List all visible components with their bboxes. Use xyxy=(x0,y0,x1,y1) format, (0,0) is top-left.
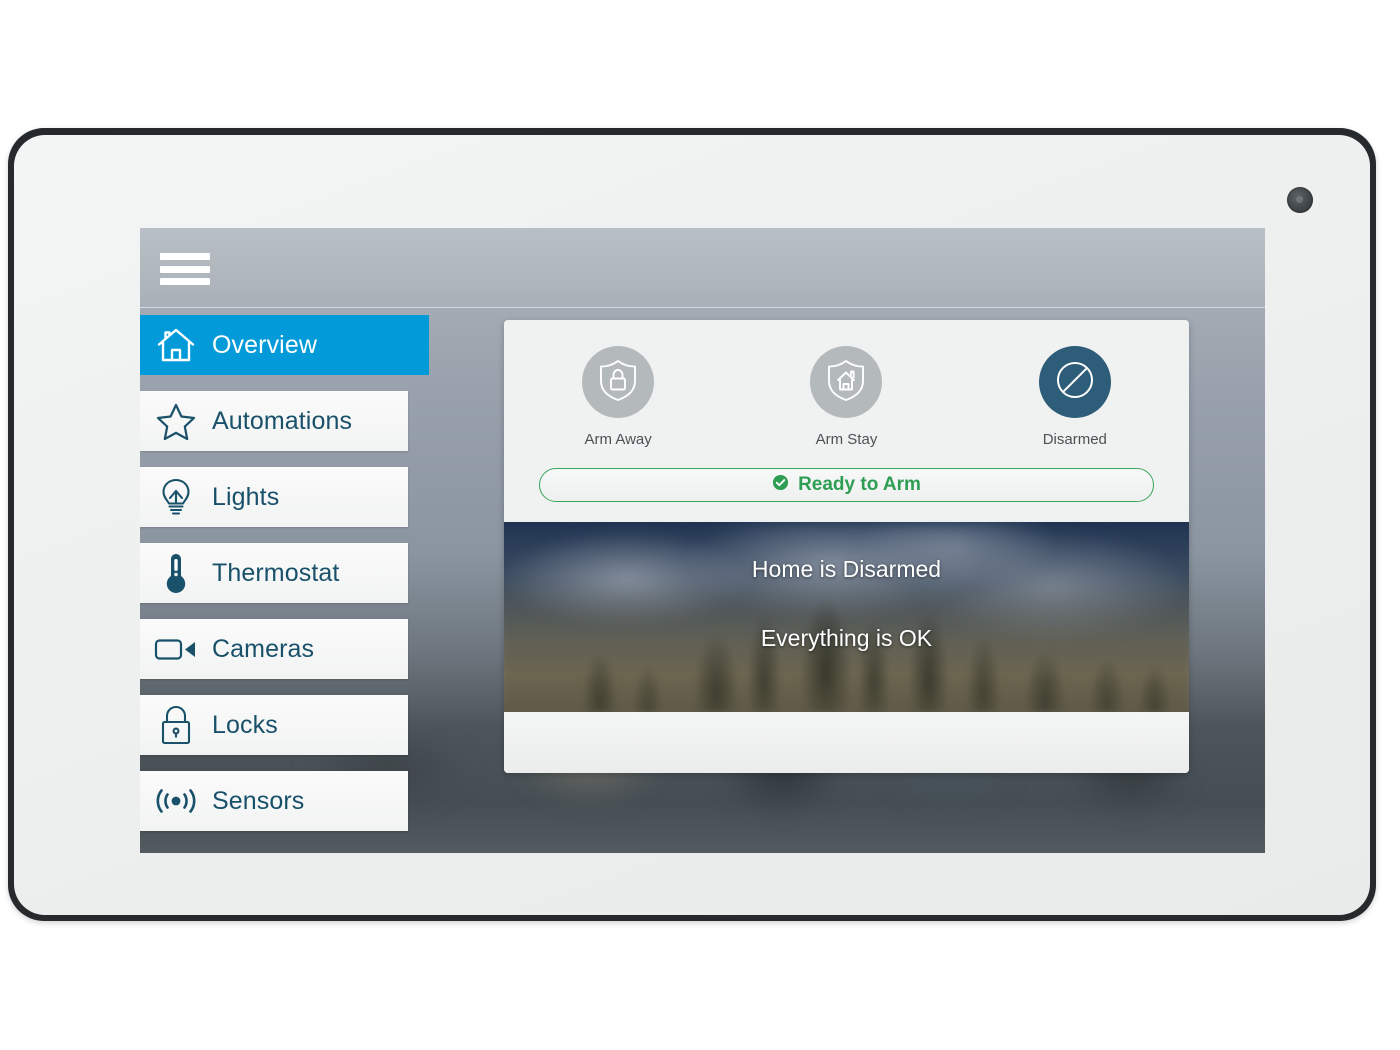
arm-away-disc xyxy=(582,346,655,418)
sidebar-item-label: Sensors xyxy=(212,786,305,815)
overview-panel: Arm Away Arm Stay Disarmed Ready to Arm … xyxy=(504,320,1189,773)
panel-footer-area xyxy=(504,712,1189,773)
home-icon xyxy=(140,326,212,364)
star-icon xyxy=(140,402,212,440)
sidebar-item-label: Overview xyxy=(212,330,317,359)
sidebar-item-thermostat[interactable]: Thermostat xyxy=(140,543,408,603)
sidebar-item-overview[interactable]: Overview xyxy=(140,315,429,375)
arm-away-label: Arm Away xyxy=(584,431,652,448)
hamburger-bar xyxy=(160,265,210,273)
sidebar-item-lights[interactable]: Lights xyxy=(140,467,408,527)
sidebar-item-automations[interactable]: Automations xyxy=(140,391,408,451)
hamburger-bar xyxy=(160,253,210,260)
hero-background-photo xyxy=(504,522,1189,712)
lightbulb-icon xyxy=(140,477,212,517)
check-circle-icon xyxy=(772,474,789,496)
arm-stay-disc xyxy=(810,346,883,418)
home-status-primary-text: Home is Disarmed xyxy=(751,556,942,582)
ready-to-arm-label: Ready to Arm xyxy=(798,474,921,495)
arm-away-button[interactable]: Arm Away xyxy=(504,346,732,448)
sidebar-item-sensors[interactable]: Sensors xyxy=(140,771,408,831)
arm-stay-label: Arm Stay xyxy=(815,431,878,448)
disarmed-button[interactable]: Disarmed xyxy=(961,346,1189,448)
padlock-icon xyxy=(140,704,212,746)
disarmed-label: Disarmed xyxy=(1042,431,1107,448)
shield-lock-icon xyxy=(597,357,639,408)
disarmed-disc xyxy=(1038,346,1111,418)
sidebar-item-locks[interactable]: Locks xyxy=(140,695,408,755)
sidebar-item-label: Lights xyxy=(212,482,280,511)
app-topbar xyxy=(140,228,1265,308)
sidebar-navigation: Overview Automations Lights Thermostat C… xyxy=(140,308,429,847)
device-bezel: Overview Automations Lights Thermostat C… xyxy=(14,135,1370,915)
shield-home-icon xyxy=(825,357,867,408)
sidebar-item-label: Cameras xyxy=(212,634,315,663)
thermometer-icon xyxy=(140,552,212,594)
home-status-hero: Home is Disarmed Everything is OK xyxy=(504,522,1189,712)
video-camera-icon xyxy=(140,634,212,664)
camera-dot-icon xyxy=(1287,187,1313,213)
touchscreen-panel-device: Overview Automations Lights Thermostat C… xyxy=(8,128,1376,921)
sidebar-item-label: Automations xyxy=(212,406,353,435)
home-status-secondary-text: Everything is OK xyxy=(760,625,933,651)
ready-to-arm-status-button[interactable]: Ready to Arm xyxy=(539,468,1154,502)
arm-mode-selector: Arm Away Arm Stay Disarmed xyxy=(504,320,1189,448)
circle-slash-icon xyxy=(1052,357,1098,408)
arm-stay-button[interactable]: Arm Stay xyxy=(732,346,960,448)
device-screen: Overview Automations Lights Thermostat C… xyxy=(140,228,1265,853)
hamburger-bar xyxy=(160,278,210,285)
sidebar-item-cameras[interactable]: Cameras xyxy=(140,619,408,679)
sidebar-item-label: Thermostat xyxy=(212,558,340,587)
sidebar-item-label: Locks xyxy=(212,710,278,739)
hamburger-menu-icon[interactable] xyxy=(160,249,210,289)
motion-sensor-icon xyxy=(140,785,212,817)
